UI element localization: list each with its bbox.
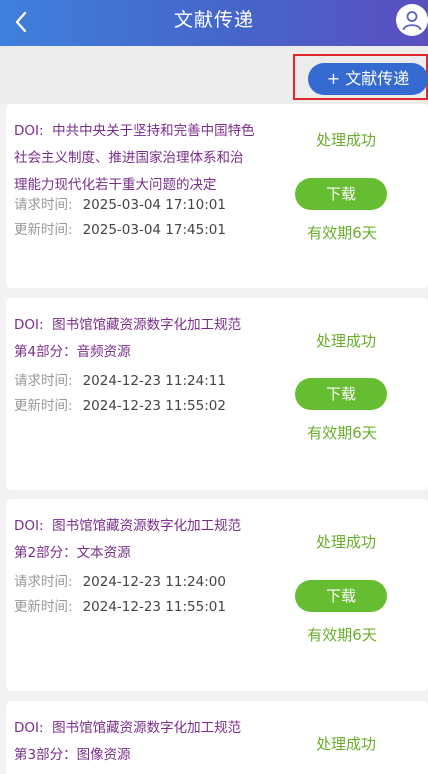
- doi-title[interactable]: DOI: 图书馆馆藏资源数字化加工规范 第3部分：图像资源: [14, 715, 286, 769]
- toolbar: + 文献传递: [0, 46, 428, 104]
- request-time-value: 2024-12-23 11:24:11: [82, 373, 226, 389]
- add-document-delivery-button[interactable]: + 文献传递: [308, 63, 428, 95]
- update-time-row: 更新时间: 2025-03-04 17:45:01: [14, 218, 226, 238]
- doi-title[interactable]: DOI: 中共中央关于坚持和完善中国特色 社会主义制度、推进国家治理体系和治 理…: [14, 118, 286, 199]
- request-time-label: 请求时间:: [14, 574, 73, 590]
- user-icon: [402, 11, 422, 31]
- status-label: 处理成功: [315, 735, 376, 753]
- status-label: 处理成功: [315, 332, 376, 350]
- update-time-value: 2024-12-23 11:55:02: [82, 398, 226, 414]
- page-title: 文献传递: [173, 9, 254, 31]
- update-time-row: 更新时间: 2024-12-23 11:55:02: [14, 394, 226, 414]
- record-card: DOI: 中共中央关于坚持和完善中国特色 社会主义制度、推进国家治理体系和治 理…: [6, 104, 428, 288]
- update-time-value: 2024-12-23 11:55:01: [82, 599, 226, 615]
- validity-label: 有效期6天: [307, 424, 377, 442]
- record-card: DOI: 图书馆馆藏资源数字化加工规范 第3部分：图像资源 处理成功: [6, 701, 428, 774]
- update-time-value: 2025-03-04 17:45:01: [82, 222, 226, 238]
- header-bar: 文献传递: [0, 0, 428, 46]
- request-time-label: 请求时间:: [14, 373, 73, 389]
- record-card: DOI: 图书馆馆藏资源数字化加工规范 第4部分：音频资源 请求时间: 2024-…: [6, 298, 428, 490]
- download-button[interactable]: 下载: [295, 580, 387, 612]
- request-time-row: 请求时间: 2025-03-04 17:10:01: [14, 193, 226, 213]
- request-time-label: 请求时间:: [14, 197, 73, 213]
- update-time-label: 更新时间:: [14, 599, 73, 615]
- doi-title[interactable]: DOI: 图书馆馆藏资源数字化加工规范 第4部分：音频资源: [14, 312, 286, 366]
- update-time-label: 更新时间:: [14, 222, 73, 238]
- validity-label: 有效期6天: [307, 626, 377, 644]
- status-label: 处理成功: [315, 131, 376, 149]
- request-time-row: 请求时间: 2024-12-23 11:24:00: [14, 570, 226, 590]
- download-button[interactable]: 下载: [295, 378, 387, 410]
- validity-label: 有效期6天: [307, 224, 377, 242]
- avatar-button[interactable]: [396, 4, 428, 36]
- request-time-value: 2024-12-23 11:24:00: [82, 574, 226, 590]
- request-time-row: 请求时间: 2024-12-23 11:24:11: [14, 369, 226, 389]
- status-label: 处理成功: [315, 533, 376, 551]
- update-time-row: 更新时间: 2024-12-23 11:55:01: [14, 595, 226, 615]
- record-card: DOI: 图书馆馆藏资源数字化加工规范 第2部分：文本资源 请求时间: 2024-…: [6, 499, 428, 691]
- request-time-value: 2025-03-04 17:10:01: [82, 197, 226, 213]
- update-time-label: 更新时间:: [14, 398, 73, 414]
- doi-title[interactable]: DOI: 图书馆馆藏资源数字化加工规范 第2部分：文本资源: [14, 513, 286, 567]
- download-button[interactable]: 下载: [295, 178, 387, 210]
